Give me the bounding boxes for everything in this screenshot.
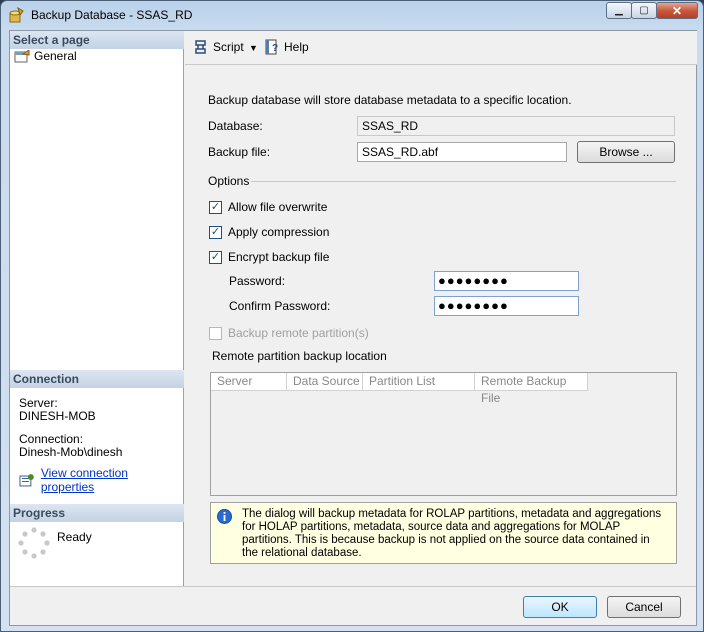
connection-header: Connection bbox=[10, 370, 184, 388]
confirm-password-field[interactable]: ●●●●●●●● bbox=[434, 296, 579, 316]
script-icon bbox=[195, 40, 206, 54]
help-icon: ? bbox=[265, 39, 278, 55]
backup-database-icon bbox=[9, 7, 24, 23]
checkbox-checked-icon: ✓ bbox=[209, 200, 222, 214]
close-button[interactable]: ✕ bbox=[656, 2, 698, 19]
checkbox-checked-icon: ✓ bbox=[209, 225, 222, 239]
backup-file-label: Backup file: bbox=[208, 145, 271, 159]
remote-location-label: Remote partition backup location bbox=[212, 349, 387, 363]
window-title: Backup Database - SSAS_RD bbox=[31, 8, 193, 22]
backup-database-dialog: Backup Database - SSAS_RD ▁ ▢ ✕ Select a… bbox=[0, 0, 704, 632]
progress-header: Progress bbox=[10, 504, 184, 522]
page-item-label: General bbox=[34, 49, 77, 63]
close-icon: ✕ bbox=[671, 3, 683, 18]
backup-remote-partitions-label: Backup remote partition(s) bbox=[228, 326, 369, 340]
progress-status: Ready bbox=[57, 530, 92, 544]
remote-partition-grid[interactable]: Server Data Source Partition List Remote… bbox=[210, 372, 677, 496]
apply-compression-checkbox[interactable]: ✓ Apply compression bbox=[209, 225, 329, 239]
minimize-button[interactable]: ▁ bbox=[606, 2, 632, 19]
minimize-icon: ▁ bbox=[615, 5, 623, 16]
script-dropdown-button[interactable]: ▼ bbox=[249, 43, 258, 53]
svg-text:?: ? bbox=[272, 43, 278, 54]
password-label: Password: bbox=[229, 274, 286, 288]
backup-remote-partitions-checkbox[interactable]: Backup remote partition(s) bbox=[209, 326, 369, 340]
view-connection-properties-label: View connection properties bbox=[40, 466, 128, 494]
select-page-header: Select a page bbox=[10, 31, 184, 49]
title-bar[interactable]: Backup Database - SSAS_RD ▁ ▢ ✕ bbox=[1, 1, 703, 29]
database-field: SSAS_RD bbox=[357, 116, 675, 136]
general-page: Script ▼ ? Help Backup database will sto… bbox=[185, 31, 697, 586]
toolbar: Script ▼ ? Help bbox=[185, 31, 697, 65]
password-field[interactable]: ●●●●●●●● bbox=[434, 271, 579, 291]
grid-column-header[interactable]: Partition List bbox=[363, 373, 475, 391]
browse-button[interactable]: Browse ... bbox=[577, 141, 675, 163]
options-group-label: Options bbox=[208, 174, 250, 188]
dialog-client-area: Select a page General Connection Server:… bbox=[9, 30, 697, 626]
script-label: Script bbox=[213, 40, 244, 54]
left-pane: Select a page General Connection Server:… bbox=[10, 31, 184, 586]
help-label: Help bbox=[284, 40, 309, 54]
info-message-text: The dialog will backup metadata for ROLA… bbox=[242, 508, 662, 559]
chevron-down-icon: ▼ bbox=[249, 43, 258, 53]
encrypt-backup-checkbox[interactable]: ✓ Encrypt backup file bbox=[209, 250, 329, 264]
server-value: DINESH-MOB bbox=[19, 409, 96, 423]
info-icon bbox=[217, 509, 232, 524]
allow-overwrite-checkbox[interactable]: ✓ Allow file overwrite bbox=[209, 200, 327, 214]
confirm-password-label: Confirm Password: bbox=[229, 299, 331, 313]
maximize-button[interactable]: ▢ bbox=[631, 2, 657, 19]
cancel-button[interactable]: Cancel bbox=[607, 596, 681, 618]
view-connection-properties-link[interactable]: View connection properties bbox=[19, 466, 183, 494]
grid-column-header[interactable]: Data Source bbox=[287, 373, 363, 391]
description-text: Backup database will store database meta… bbox=[208, 93, 572, 107]
backup-file-field[interactable]: SSAS_RD.abf bbox=[357, 142, 567, 162]
page-item-general[interactable]: General bbox=[14, 49, 77, 63]
encrypt-backup-label: Encrypt backup file bbox=[228, 250, 330, 264]
script-button[interactable]: Script bbox=[193, 39, 244, 55]
button-bar: OK Cancel bbox=[10, 586, 696, 626]
help-button[interactable]: ? Help bbox=[264, 39, 309, 55]
properties-page-icon bbox=[14, 49, 30, 62]
info-message-box: The dialog will backup metadata for ROLA… bbox=[210, 502, 677, 564]
checkbox-unchecked-icon bbox=[209, 326, 222, 340]
connection-properties-icon bbox=[19, 473, 34, 486]
grid-header: Server Data Source Partition List Remote… bbox=[211, 373, 588, 405]
database-label: Database: bbox=[208, 119, 263, 133]
connection-value: Dinesh-Mob\dinesh bbox=[19, 445, 123, 459]
grid-column-header[interactable]: Remote Backup File bbox=[475, 373, 588, 405]
ok-button[interactable]: OK bbox=[523, 596, 597, 618]
maximize-icon: ▢ bbox=[639, 5, 649, 16]
checkbox-checked-icon: ✓ bbox=[209, 250, 222, 264]
progress-spinner-icon bbox=[18, 527, 50, 559]
grid-column-header[interactable]: Server bbox=[211, 373, 287, 391]
options-divider bbox=[251, 181, 676, 182]
apply-compression-label: Apply compression bbox=[228, 225, 330, 239]
allow-overwrite-label: Allow file overwrite bbox=[228, 200, 328, 214]
